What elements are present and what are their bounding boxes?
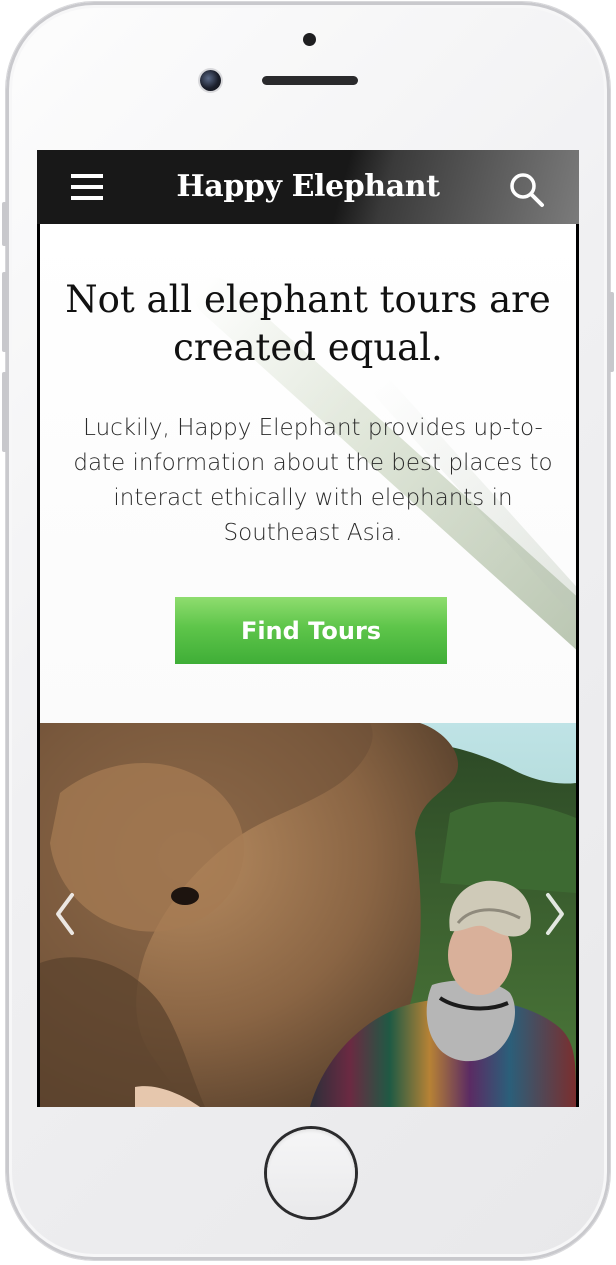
phone-screen: Happy Elephant Not all elephant tours ar… bbox=[37, 150, 579, 1107]
home-button[interactable] bbox=[267, 1129, 355, 1217]
hero-headline: Not all elephant tours are created equal… bbox=[65, 278, 551, 369]
power-button bbox=[609, 292, 614, 372]
carousel-prev-button[interactable] bbox=[48, 891, 84, 937]
chevron-left-icon bbox=[56, 893, 74, 935]
mute-switch bbox=[2, 202, 7, 246]
top-navbar: Happy Elephant bbox=[37, 150, 579, 224]
front-sensor bbox=[303, 33, 316, 46]
hero-description: Luckily, Happy Elephant provides up-to-d… bbox=[73, 415, 553, 546]
brand-title[interactable]: Happy Elephant bbox=[37, 150, 579, 224]
front-camera bbox=[200, 70, 221, 91]
volume-up-button bbox=[2, 272, 7, 352]
earpiece-speaker bbox=[262, 76, 358, 85]
find-tours-button[interactable]: Find Tours bbox=[175, 597, 447, 664]
chevron-right-icon bbox=[546, 893, 564, 935]
carousel-image bbox=[40, 723, 576, 1107]
search-icon[interactable] bbox=[509, 172, 545, 208]
carousel-slide bbox=[40, 723, 576, 1107]
hero-section: Not all elephant tours are created equal… bbox=[40, 224, 576, 723]
volume-down-button bbox=[2, 372, 7, 452]
carousel-next-button[interactable] bbox=[536, 891, 572, 937]
